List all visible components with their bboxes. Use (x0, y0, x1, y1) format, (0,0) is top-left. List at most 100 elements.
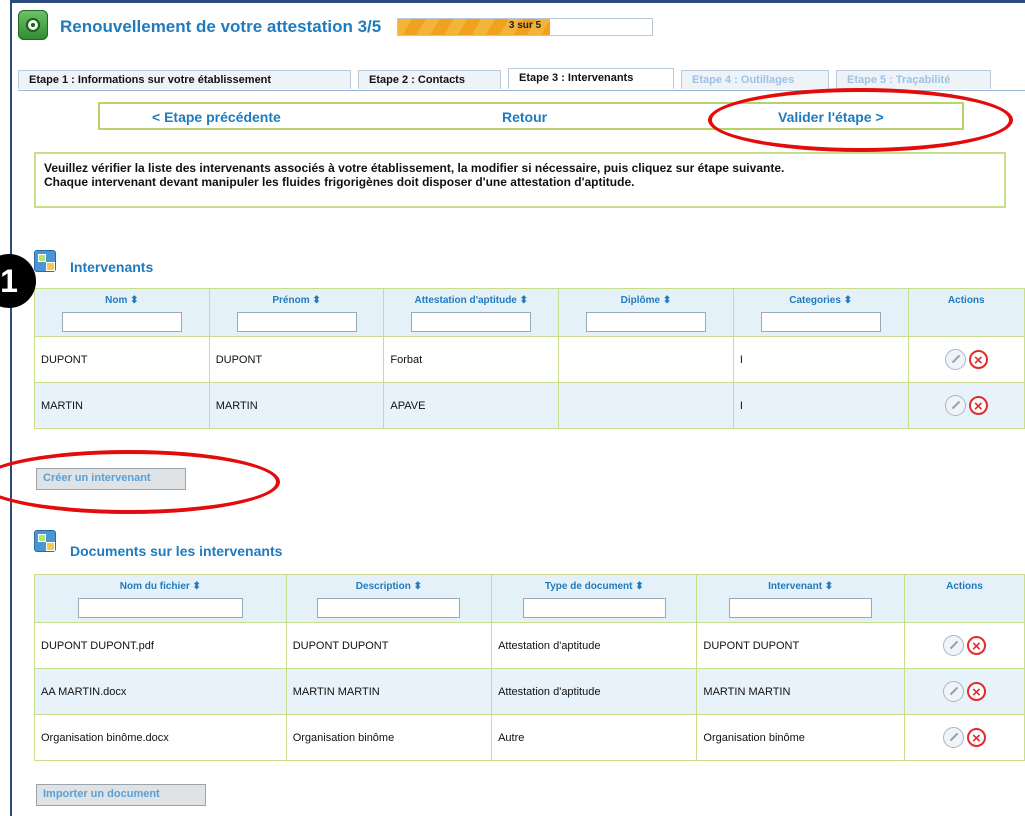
cell-file-link[interactable]: AA MARTIN.docx (34, 668, 287, 715)
cell-attestation: Forbat (383, 336, 560, 383)
column-diplome-label: Diplôme ⬍ (620, 295, 672, 306)
cell-nom: DUPONT (34, 336, 210, 383)
column-prenom[interactable]: Prénom ⬍ (208, 288, 385, 337)
column-attestation-label: Attestation d'aptitude ⬍ (414, 295, 529, 306)
intervenants-header-row: Nom ⬍ Prénom ⬍ Attestation d'aptitude ⬍ … (34, 288, 1025, 337)
column-nom-fichier-label: Nom du fichier ⬍ (119, 581, 201, 592)
edit-icon[interactable] (944, 395, 966, 416)
filter-intervenant-input[interactable] (729, 598, 873, 618)
documents-section-title: Documents sur les intervenants (70, 543, 283, 559)
cell-diplome (558, 382, 734, 429)
cell-actions: × (903, 714, 1025, 761)
cell-description: Organisation binôme (285, 714, 493, 761)
filter-nom-input[interactable] (61, 312, 182, 332)
column-description[interactable]: Description ⬍ (285, 574, 493, 623)
cell-description: MARTIN MARTIN (285, 668, 493, 715)
top-border (0, 0, 1025, 3)
app-logo-icon (18, 10, 48, 40)
intervenants-section-title: Intervenants (70, 259, 154, 275)
cell-intervenant: Organisation binôme (696, 714, 905, 761)
filter-diplome-input[interactable] (585, 312, 706, 332)
step-tabs: Etape 1 : Informations sur votre établis… (18, 66, 1025, 91)
edit-icon[interactable] (942, 727, 964, 748)
previous-step-link[interactable]: < Etape précédente (152, 109, 281, 125)
column-nom[interactable]: Nom ⬍ (34, 288, 210, 337)
delete-icon[interactable]: × (966, 728, 986, 747)
column-intervenant-label: Intervenant ⬍ (768, 581, 834, 592)
cell-intervenant: DUPONT DUPONT (696, 622, 905, 669)
progress-text: 3 sur 5 (508, 20, 542, 31)
column-actions: Actions (907, 288, 1025, 337)
filter-attestation-input[interactable] (411, 312, 532, 332)
filter-type-document-input[interactable] (522, 598, 666, 618)
cell-nom: MARTIN (34, 382, 210, 429)
column-actions: Actions (903, 574, 1025, 623)
filter-nom-fichier-input[interactable] (77, 598, 243, 618)
delete-icon[interactable]: × (968, 396, 988, 415)
cell-prenom: DUPONT (208, 336, 385, 383)
edit-icon[interactable] (942, 635, 964, 656)
instructions-line-2: Chaque intervenant devant manipuler les … (44, 175, 635, 189)
cell-actions: × (903, 622, 1025, 669)
cell-actions: × (903, 668, 1025, 715)
cell-type-document: Attestation d'aptitude (491, 622, 698, 669)
cell-actions: × (907, 382, 1025, 429)
delete-icon[interactable]: × (966, 636, 986, 655)
table-row: AA MARTIN.docx MARTIN MARTIN Attestation… (34, 668, 1025, 715)
filter-categories-input[interactable] (760, 312, 881, 332)
import-document-button[interactable]: Importer un document (36, 784, 206, 806)
back-link[interactable]: Retour (502, 109, 547, 125)
column-nom-label: Nom ⬍ (105, 295, 139, 306)
column-diplome[interactable]: Diplôme ⬍ (558, 288, 734, 337)
cell-intervenant: MARTIN MARTIN (696, 668, 905, 715)
column-type-document-label: Type de document ⬍ (544, 581, 644, 592)
tab-etape-4: Etape 4 : Outillages (681, 70, 829, 89)
page-title: Renouvellement de votre attestation 3/5 (60, 17, 382, 36)
cell-actions: × (907, 336, 1025, 383)
cell-file-link[interactable]: DUPONT DUPONT.pdf (34, 622, 287, 669)
cell-prenom: MARTIN (208, 382, 385, 429)
cell-description: DUPONT DUPONT (285, 622, 493, 669)
intervenants-table: Nom ⬍ Prénom ⬍ Attestation d'aptitude ⬍ … (34, 288, 1025, 429)
tab-etape-5: Etape 5 : Traçabilité (836, 70, 991, 89)
create-intervenant-button[interactable]: Créer un intervenant (36, 468, 186, 490)
column-type-document[interactable]: Type de document ⬍ (491, 574, 698, 623)
table-row: MARTIN MARTIN APAVE I × (34, 382, 1025, 429)
delete-icon[interactable]: × (966, 682, 986, 701)
step-navigation: < Etape précédente Retour Valider l'étap… (98, 102, 964, 130)
column-prenom-label: Prénom ⬍ (272, 295, 321, 306)
instructions-box: Veuillez vérifier la liste des intervena… (34, 152, 1006, 208)
documents-header-row: Nom du fichier ⬍ Description ⬍ Type de d… (34, 574, 1025, 623)
edit-icon[interactable] (942, 681, 964, 702)
step-progress-bar: 3 sur 5 (397, 18, 653, 36)
cell-categories: I (732, 336, 909, 383)
column-description-label: Description ⬍ (355, 581, 422, 592)
tab-etape-1[interactable]: Etape 1 : Informations sur votre établis… (18, 70, 351, 89)
column-intervenant[interactable]: Intervenant ⬍ (696, 574, 905, 623)
column-attestation[interactable]: Attestation d'aptitude ⬍ (383, 288, 560, 337)
cell-categories: I (732, 382, 909, 429)
validate-step-link[interactable]: Valider l'étape > (778, 109, 884, 125)
documents-table: Nom du fichier ⬍ Description ⬍ Type de d… (34, 574, 1025, 761)
column-categories[interactable]: Categories ⬍ (732, 288, 909, 337)
cell-type-document: Attestation d'aptitude (491, 668, 698, 715)
page-header: Renouvellement de votre attestation 3/5 … (18, 8, 1018, 42)
intervenants-section-icon (34, 250, 56, 272)
table-row: Organisation binôme.docx Organisation bi… (34, 714, 1025, 761)
table-row: DUPONT DUPONT.pdf DUPONT DUPONT Attestat… (34, 622, 1025, 669)
column-categories-label: Categories ⬍ (789, 295, 853, 306)
filter-description-input[interactable] (317, 598, 461, 618)
delete-icon[interactable]: × (968, 350, 988, 369)
left-border (0, 0, 12, 816)
instructions-line-1: Veuillez vérifier la liste des intervena… (44, 161, 785, 175)
column-nom-fichier[interactable]: Nom du fichier ⬍ (34, 574, 287, 623)
tab-etape-3[interactable]: Etape 3 : Intervenants (508, 68, 674, 89)
cell-attestation: APAVE (383, 382, 560, 429)
table-row: DUPONT DUPONT Forbat I × (34, 336, 1025, 383)
tab-etape-2[interactable]: Etape 2 : Contacts (358, 70, 501, 89)
documents-section-icon (34, 530, 56, 552)
cell-file-link[interactable]: Organisation binôme.docx (34, 714, 287, 761)
cell-diplome (558, 336, 734, 383)
edit-icon[interactable] (944, 349, 966, 370)
filter-prenom-input[interactable] (236, 312, 357, 332)
